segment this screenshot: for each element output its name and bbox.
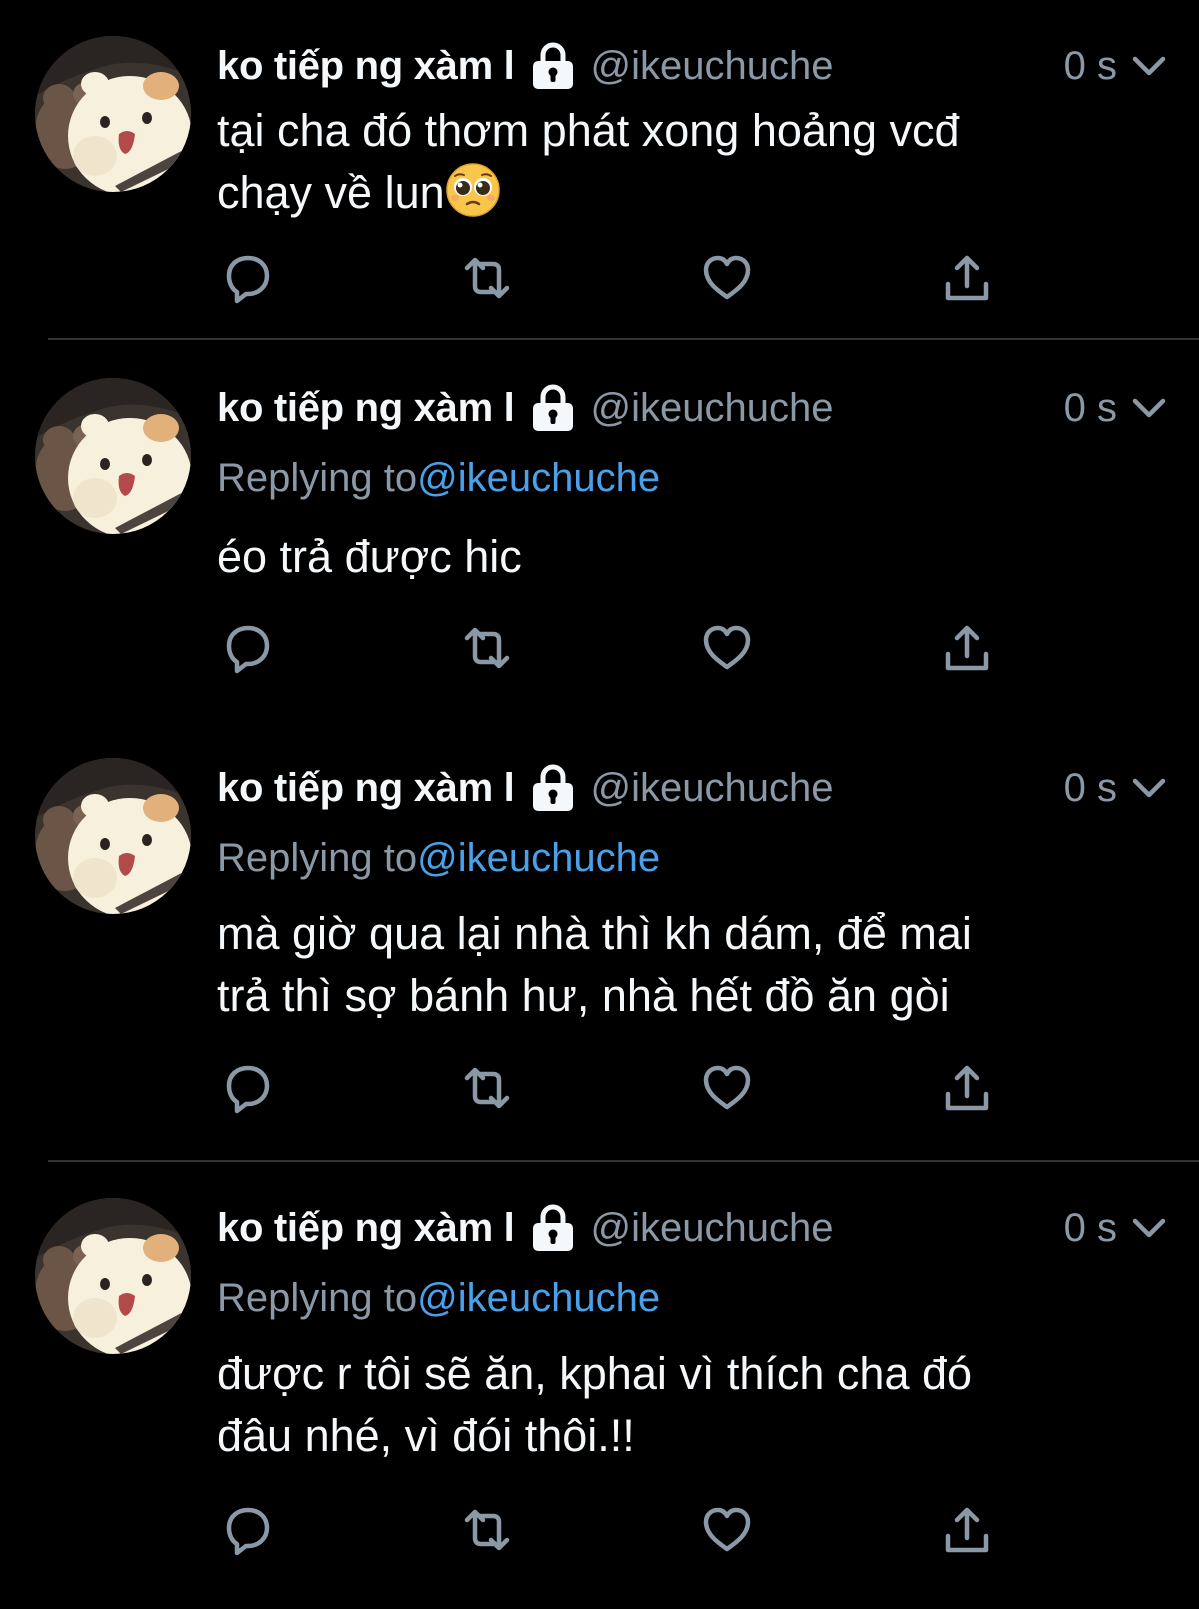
replying-to: Replying to@ikeuchuche (217, 830, 660, 886)
retweet-button[interactable] (457, 1500, 517, 1560)
like-icon (699, 1060, 755, 1116)
tweet-header: ko tiếp ng xàm l @ikeuchuche 0 s (217, 1198, 1169, 1258)
reply-icon (219, 250, 275, 306)
lock-icon (529, 41, 577, 91)
chevron-down-icon[interactable] (1129, 768, 1169, 808)
lock-icon (529, 383, 577, 433)
like-button[interactable] (697, 248, 757, 308)
action-bar (217, 1500, 1007, 1560)
share-icon (939, 1502, 995, 1558)
replying-to: Replying to@ikeuchuche (217, 450, 660, 506)
lock-icon (529, 763, 577, 813)
retweet-button[interactable] (457, 1058, 517, 1118)
chevron-down-icon[interactable] (1129, 1208, 1169, 1248)
avatar[interactable] (35, 378, 191, 534)
reply-button[interactable] (217, 618, 277, 678)
display-name[interactable]: ko tiếp ng xàm l (217, 1206, 515, 1251)
like-icon (699, 620, 755, 676)
retweet-icon (459, 1060, 515, 1116)
retweet-icon (459, 620, 515, 676)
pleading-face-emoji (445, 162, 501, 218)
tweet[interactable]: ko tiếp ng xàm l @ikeuchuche 0 s Replyin… (0, 340, 1199, 720)
like-button[interactable] (697, 1500, 757, 1560)
tweet-header: ko tiếp ng xàm l @ikeuchuche 0 s (217, 378, 1169, 438)
timestamp[interactable]: 0 s (1064, 766, 1117, 811)
reply-button[interactable] (217, 1500, 277, 1560)
retweet-button[interactable] (457, 248, 517, 308)
retweet-icon (459, 250, 515, 306)
replying-to: Replying to@ikeuchuche (217, 1270, 660, 1326)
display-name[interactable]: ko tiếp ng xàm l (217, 386, 515, 431)
time-wrap: 0 s (1064, 758, 1169, 818)
time-wrap: 0 s (1064, 36, 1169, 96)
user-handle[interactable]: @ikeuchuche (591, 1206, 834, 1251)
avatar[interactable] (35, 1198, 191, 1354)
share-button[interactable] (937, 248, 997, 308)
tweet-header: ko tiếp ng xàm l @ikeuchuche 0 s (217, 758, 1169, 818)
avatar[interactable] (35, 36, 191, 192)
tweet-text: được r tôi sẽ ăn, kphai vì thích cha đó … (217, 1348, 973, 1461)
replying-to-label: Replying to (217, 456, 418, 500)
avatar[interactable] (35, 758, 191, 914)
display-name[interactable]: ko tiếp ng xàm l (217, 44, 515, 89)
user-handle[interactable]: @ikeuchuche (591, 386, 834, 431)
like-icon (699, 250, 755, 306)
replying-to-label: Replying to (217, 1276, 418, 1320)
user-handle[interactable]: @ikeuchuche (591, 44, 834, 89)
tweet-header: ko tiếp ng xàm l @ikeuchuche 0 s (217, 36, 1169, 96)
tweet-text: mà giờ qua lại nhà thì kh dám, để mai tr… (217, 908, 972, 1021)
tweet[interactable]: ko tiếp ng xàm l @ikeuchuche 0 s tại cha… (0, 0, 1199, 340)
tweet-text: éo trả được hic (217, 531, 522, 582)
tweet[interactable]: ko tiếp ng xàm l @ikeuchuche 0 s Replyin… (0, 720, 1199, 1162)
reply-icon (219, 620, 275, 676)
like-icon (699, 1502, 755, 1558)
action-bar (217, 248, 1007, 308)
tweet-text: tại cha đó thơm phát xong hoảng vcđ chạy… (217, 100, 1147, 224)
reply-button[interactable] (217, 248, 277, 308)
chevron-down-icon[interactable] (1129, 46, 1169, 86)
replying-to-handle[interactable]: @ikeuchuche (417, 1276, 660, 1320)
timeline: ko tiếp ng xàm l @ikeuchuche 0 s tại cha… (0, 0, 1199, 1609)
action-bar (217, 618, 1007, 678)
share-icon (939, 1060, 995, 1116)
like-button[interactable] (697, 1058, 757, 1118)
timestamp[interactable]: 0 s (1064, 1206, 1117, 1251)
share-button[interactable] (937, 618, 997, 678)
share-button[interactable] (937, 1058, 997, 1118)
user-handle[interactable]: @ikeuchuche (591, 766, 834, 811)
chevron-down-icon[interactable] (1129, 388, 1169, 428)
display-name[interactable]: ko tiếp ng xàm l (217, 766, 515, 811)
share-button[interactable] (937, 1500, 997, 1560)
retweet-button[interactable] (457, 618, 517, 678)
share-icon (939, 250, 995, 306)
tweet-text-content: tại cha đó thơm phát xong hoảng vcđ chạy… (217, 105, 960, 218)
reply-button[interactable] (217, 1058, 277, 1118)
timestamp[interactable]: 0 s (1064, 44, 1117, 89)
share-icon (939, 620, 995, 676)
reply-icon (219, 1060, 275, 1116)
lock-icon (529, 1203, 577, 1253)
time-wrap: 0 s (1064, 1198, 1169, 1258)
like-button[interactable] (697, 618, 757, 678)
retweet-icon (459, 1502, 515, 1558)
reply-icon (219, 1502, 275, 1558)
tweet[interactable]: ko tiếp ng xàm l @ikeuchuche 0 s Replyin… (0, 1162, 1199, 1609)
time-wrap: 0 s (1064, 378, 1169, 438)
timestamp[interactable]: 0 s (1064, 386, 1117, 431)
replying-to-handle[interactable]: @ikeuchuche (417, 456, 660, 500)
replying-to-handle[interactable]: @ikeuchuche (417, 836, 660, 880)
action-bar (217, 1058, 1007, 1118)
replying-to-label: Replying to (217, 836, 418, 880)
